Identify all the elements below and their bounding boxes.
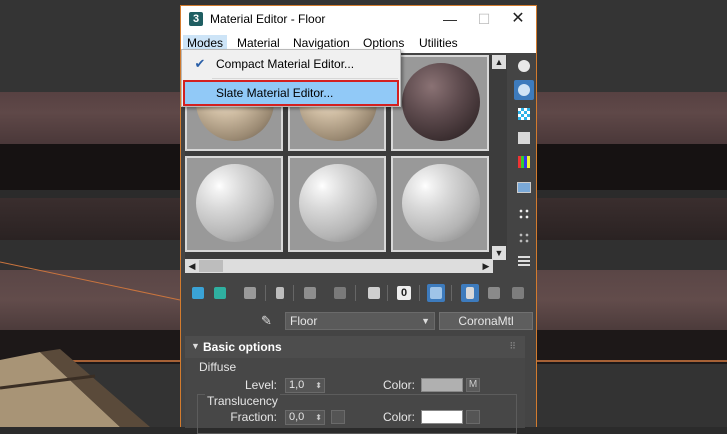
diffuse-color-label: Color:	[382, 378, 415, 392]
material-name-value: Floor	[290, 314, 318, 328]
translucency-color-label: Color:	[382, 410, 415, 424]
level-label: Level:	[244, 378, 277, 392]
make-copy-icon[interactable]	[301, 284, 319, 302]
slots-vertical-scrollbar[interactable]: ▲ ▼	[491, 55, 507, 260]
video-color-check-icon[interactable]	[514, 152, 534, 172]
spinner-arrows-icon[interactable]: ⬍	[315, 411, 322, 424]
backlight-icon[interactable]	[514, 80, 534, 100]
fraction-map-button[interactable]	[331, 410, 345, 424]
select-by-material-icon[interactable]	[514, 228, 534, 248]
eyedropper-icon[interactable]: ✎	[261, 314, 275, 328]
translucency-color-swatch[interactable]	[421, 410, 463, 424]
show-end-result-icon[interactable]	[461, 284, 479, 302]
go-forward-sibling-icon[interactable]	[509, 284, 527, 302]
translucency-map-button[interactable]	[466, 410, 480, 424]
menu-item-slate-material-editor[interactable]: Slate Material Editor...	[183, 80, 399, 106]
maximize-button[interactable]: ☐	[467, 8, 501, 30]
level-spinner[interactable]: 1,0 ⬍	[285, 378, 325, 393]
spinner-arrows-icon[interactable]: ⬍	[315, 379, 322, 392]
material-id-value: 0	[397, 286, 411, 300]
grip-icon[interactable]: ⠿	[509, 341, 517, 352]
sample-slot[interactable]	[288, 156, 386, 252]
diffuse-map-button[interactable]: M	[466, 378, 480, 392]
scroll-down-icon[interactable]: ▼	[492, 246, 506, 260]
scroll-up-icon[interactable]: ▲	[492, 55, 506, 69]
modes-dropdown-menu: ✔ Compact Material Editor... Slate Mater…	[181, 49, 401, 107]
menu-item-label: Compact Material Editor...	[216, 57, 355, 71]
scroll-right-icon[interactable]: ▶	[479, 259, 493, 273]
app-icon: 3	[189, 12, 203, 26]
fraction-spinner[interactable]: 0,0 ⬍	[285, 410, 325, 425]
make-unique-icon[interactable]	[331, 284, 349, 302]
menu-item-compact-material-editor[interactable]: ✔ Compact Material Editor...	[184, 52, 398, 76]
slots-horizontal-scrollbar[interactable]: ◀ ▶	[185, 259, 493, 273]
material-preview-sphere	[196, 164, 274, 242]
make-preview-icon[interactable]	[514, 178, 534, 198]
minimize-button[interactable]: —	[433, 8, 467, 30]
sample-slot[interactable]	[391, 156, 489, 252]
menu-divider	[212, 78, 398, 79]
bottom-toolbar: 0	[185, 282, 533, 304]
fraction-label: Fraction:	[230, 410, 277, 424]
sample-type-sphere-icon[interactable]	[514, 56, 534, 76]
scroll-thumb[interactable]	[199, 260, 223, 272]
material-type-button[interactable]: CoronaMtl	[439, 312, 533, 330]
chevron-down-icon[interactable]: ▼	[421, 313, 430, 329]
sample-slot[interactable]	[391, 55, 489, 151]
menu-utilities[interactable]: Utilities	[415, 35, 462, 51]
background-checker-icon[interactable]	[514, 104, 534, 124]
put-to-scene-icon[interactable]	[211, 284, 229, 302]
close-button[interactable]: ✕	[501, 8, 535, 30]
fraction-value: 0,0	[289, 411, 305, 423]
go-to-parent-icon[interactable]	[485, 284, 503, 302]
get-material-icon[interactable]	[189, 284, 207, 302]
menu-item-label: Slate Material Editor...	[216, 86, 334, 100]
rollout-title: Basic options	[203, 340, 282, 354]
translucency-group-label: Translucency	[205, 394, 280, 408]
put-to-library-icon[interactable]	[365, 284, 383, 302]
title-bar[interactable]: 3 Material Editor - Floor — ☐ ✕	[181, 6, 536, 33]
material-preview-sphere	[402, 63, 480, 141]
basic-options-rollout: ▼ Basic options ⠿ Diffuse Level: 1,0 ⬍ C…	[185, 336, 525, 434]
scroll-left-icon[interactable]: ◀	[185, 259, 199, 273]
options-icon[interactable]	[514, 204, 534, 224]
material-map-navigator-icon[interactable]	[514, 252, 534, 272]
side-toolbar	[513, 56, 535, 274]
diffuse-color-swatch[interactable]	[421, 378, 463, 392]
window-title: Material Editor - Floor	[210, 12, 326, 26]
material-id-channel-icon[interactable]: 0	[395, 284, 413, 302]
collapse-icon[interactable]: ▼	[191, 341, 200, 351]
material-preview-sphere	[402, 164, 480, 242]
show-shaded-icon[interactable]	[427, 284, 445, 302]
assign-to-selection-icon[interactable]	[241, 284, 259, 302]
reset-map-icon[interactable]	[271, 284, 289, 302]
sample-uv-tiling-icon[interactable]	[514, 128, 534, 148]
material-preview-sphere	[299, 164, 377, 242]
rollout-header[interactable]: ▼ Basic options ⠿	[185, 336, 525, 358]
checkmark-icon: ✔	[194, 56, 206, 71]
sample-slot[interactable]	[185, 156, 283, 252]
grid-line	[0, 261, 181, 301]
material-name-field[interactable]: Floor ▼	[285, 312, 435, 330]
diffuse-group-label: Diffuse	[197, 360, 239, 374]
level-value: 1,0	[289, 379, 305, 391]
